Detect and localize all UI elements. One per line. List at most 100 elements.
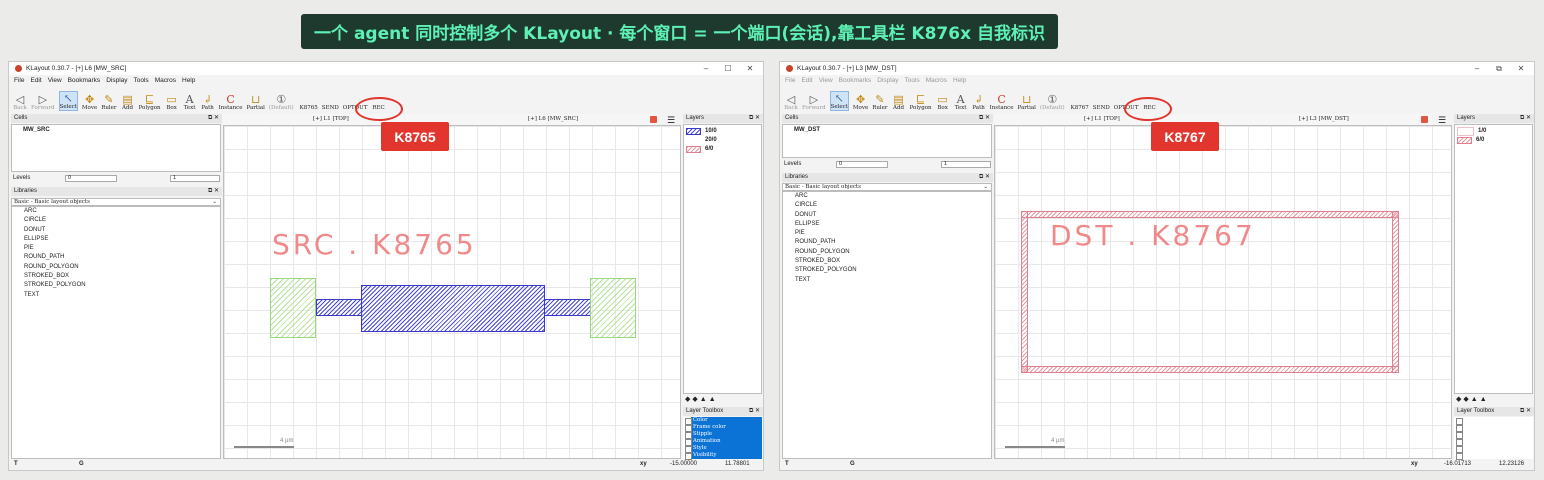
restore-button[interactable]: ⧉ bbox=[1488, 62, 1510, 75]
add-button[interactable]: ▤ Add bbox=[121, 93, 135, 112]
layer-row[interactable]: 6/0 bbox=[686, 145, 713, 153]
list-item[interactable]: ELLIPSE bbox=[783, 220, 991, 229]
toolbox-item[interactable]: Color bbox=[691, 417, 708, 424]
panel-buttons[interactable]: ⧉ ✕ bbox=[979, 173, 990, 182]
ruler-button[interactable]: ✎ Ruler bbox=[872, 93, 887, 112]
panel-buttons[interactable]: ⧉ ✕ bbox=[979, 114, 990, 123]
panel-buttons[interactable]: ⧉ ✕ bbox=[208, 114, 219, 123]
polygon-button[interactable]: ⊑ Polygon bbox=[139, 93, 161, 112]
layout-canvas[interactable]: SRC . K8765 4 µm bbox=[223, 125, 681, 459]
pad-right[interactable] bbox=[590, 278, 636, 338]
list-item[interactable]: DONUT bbox=[12, 226, 220, 235]
list-item[interactable]: TEXT bbox=[12, 291, 220, 300]
instance-button[interactable]: C Instance bbox=[990, 93, 1014, 112]
level-max-input[interactable]: 1 bbox=[941, 161, 991, 168]
menu-tools[interactable]: Tools bbox=[905, 77, 920, 87]
toolbox-checkbox[interactable] bbox=[1456, 446, 1463, 453]
tab-top[interactable]: [+] L1 [TOP] bbox=[313, 116, 349, 122]
forward-button[interactable]: ▷ Forward bbox=[802, 93, 826, 112]
select-button[interactable]: ↖ Select bbox=[829, 91, 849, 111]
minimize-button[interactable]: – bbox=[1466, 62, 1488, 75]
level-max-input[interactable]: 1 bbox=[170, 175, 220, 182]
toolbar-port-button[interactable]: K8765 bbox=[300, 93, 318, 111]
ruler-button[interactable]: ✎ Ruler bbox=[101, 93, 116, 112]
toolbox-checkbox[interactable] bbox=[1456, 439, 1463, 446]
layer-row[interactable]: 6/0 bbox=[1457, 136, 1484, 144]
toolbox-checkbox[interactable] bbox=[1456, 432, 1463, 439]
layer-toolbox[interactable]: Color Frame color Stipple Animation Styl… bbox=[683, 417, 762, 460]
list-item[interactable]: ROUND_PATH bbox=[12, 253, 220, 262]
back-button[interactable]: ◁ Back bbox=[784, 93, 798, 112]
list-item[interactable]: CIRCLE bbox=[12, 216, 220, 225]
menu-edit[interactable]: Edit bbox=[801, 77, 812, 87]
toolbox-checkbox[interactable] bbox=[1456, 418, 1463, 425]
layers-list[interactable]: 10/0 20/0 6/0 bbox=[683, 124, 762, 394]
panel-buttons[interactable]: ⧉ ✕ bbox=[208, 187, 219, 196]
list-item[interactable]: CIRCLE bbox=[783, 201, 991, 210]
list-item[interactable]: STROKED_POLYGON bbox=[12, 281, 220, 290]
list-item[interactable]: DONUT bbox=[783, 211, 991, 220]
list-item[interactable]: STROKED_BOX bbox=[12, 272, 220, 281]
toolbar-port-button[interactable]: K8767 bbox=[1071, 93, 1089, 111]
menu-view[interactable]: View bbox=[48, 77, 62, 87]
partial-button[interactable]: ⊔ Partial bbox=[247, 93, 265, 112]
toolbox-item[interactable]: Stipple bbox=[691, 431, 712, 438]
close-button[interactable]: ✕ bbox=[1510, 62, 1532, 75]
box-button[interactable]: ▭ Box bbox=[936, 93, 950, 112]
tab-close-icon[interactable] bbox=[1421, 116, 1428, 123]
level-min-input[interactable]: 0 bbox=[65, 175, 117, 182]
instance-button[interactable]: C Instance bbox=[219, 93, 243, 112]
layer-nav-icons[interactable]: ◆◆▲▲ bbox=[685, 395, 718, 403]
menu-file[interactable]: File bbox=[785, 77, 795, 87]
toolbox-item[interactable]: Visibility bbox=[691, 452, 716, 459]
tab-close-icon[interactable] bbox=[650, 116, 657, 123]
layers-list[interactable]: 1/0 6/0 bbox=[1454, 124, 1533, 394]
menu-help[interactable]: Help bbox=[953, 77, 966, 87]
menu-bookmarks[interactable]: Bookmarks bbox=[839, 77, 872, 87]
move-button[interactable]: ✥ Move bbox=[853, 93, 868, 112]
list-item[interactable]: ARC bbox=[783, 192, 991, 201]
wire-right[interactable] bbox=[544, 299, 591, 316]
library-select[interactable]: Basic - Basic layout objects ⌄ bbox=[782, 183, 992, 191]
cell-item[interactable]: MW_SRC bbox=[12, 125, 220, 133]
select-button[interactable]: ↖ Select bbox=[58, 91, 78, 111]
menu-bookmarks[interactable]: Bookmarks bbox=[68, 77, 101, 87]
panel-buttons[interactable]: ⧉ ✕ bbox=[1520, 114, 1531, 123]
menu-file[interactable]: File bbox=[14, 77, 24, 87]
cell-item[interactable]: MW_DST bbox=[783, 125, 991, 133]
list-item[interactable]: TEXT bbox=[783, 276, 991, 285]
menu-display[interactable]: Display bbox=[106, 77, 127, 87]
partial-button[interactable]: ⊔ Partial bbox=[1018, 93, 1036, 112]
back-button[interactable]: ◁ Back bbox=[13, 93, 27, 112]
list-item[interactable]: PIE bbox=[12, 244, 220, 253]
path-button[interactable]: ↲ Path bbox=[972, 93, 986, 112]
toolbox-checkbox[interactable] bbox=[1456, 453, 1463, 460]
level-min-input[interactable]: 0 bbox=[836, 161, 888, 168]
toolbox-item[interactable]: Animation bbox=[691, 438, 721, 445]
text-button[interactable]: A Text bbox=[183, 93, 197, 112]
menu-edit[interactable]: Edit bbox=[30, 77, 41, 87]
toolbox-item[interactable]: Style bbox=[691, 445, 707, 452]
body-shape[interactable] bbox=[361, 285, 545, 332]
menu-tools[interactable]: Tools bbox=[134, 77, 149, 87]
toolbox-item[interactable]: Frame color bbox=[691, 424, 726, 431]
tab-top[interactable]: [+] L1 [TOP] bbox=[1084, 116, 1120, 122]
title-bar[interactable]: KLayout 0.30.7 - [+] L6 [MW_SRC] – ☐ ✕ bbox=[9, 62, 763, 75]
layout-canvas[interactable]: DST . K8767 4 µm bbox=[994, 125, 1452, 459]
menu-macros[interactable]: Macros bbox=[926, 77, 947, 87]
layer-row[interactable]: 1/0 bbox=[1457, 126, 1486, 136]
layer-row[interactable]: 20/0 bbox=[686, 136, 717, 144]
menu-display[interactable]: Display bbox=[877, 77, 898, 87]
toolbox-checkbox[interactable] bbox=[1456, 425, 1463, 432]
default-button[interactable]: ① (Default) bbox=[269, 93, 294, 112]
close-button[interactable]: ✕ bbox=[739, 62, 761, 75]
default-button[interactable]: ① (Default) bbox=[1040, 93, 1065, 112]
move-button[interactable]: ✥ Move bbox=[82, 93, 97, 112]
panel-buttons[interactable]: ⧉ ✕ bbox=[1520, 407, 1531, 416]
list-item[interactable]: STROKED_BOX bbox=[783, 257, 991, 266]
cells-tree[interactable]: MW_DST bbox=[782, 124, 992, 158]
panel-buttons[interactable]: ⧉ ✕ bbox=[749, 114, 760, 123]
list-item[interactable]: ELLIPSE bbox=[12, 235, 220, 244]
text-button[interactable]: A Text bbox=[954, 93, 968, 112]
path-button[interactable]: ↲ Path bbox=[201, 93, 215, 112]
